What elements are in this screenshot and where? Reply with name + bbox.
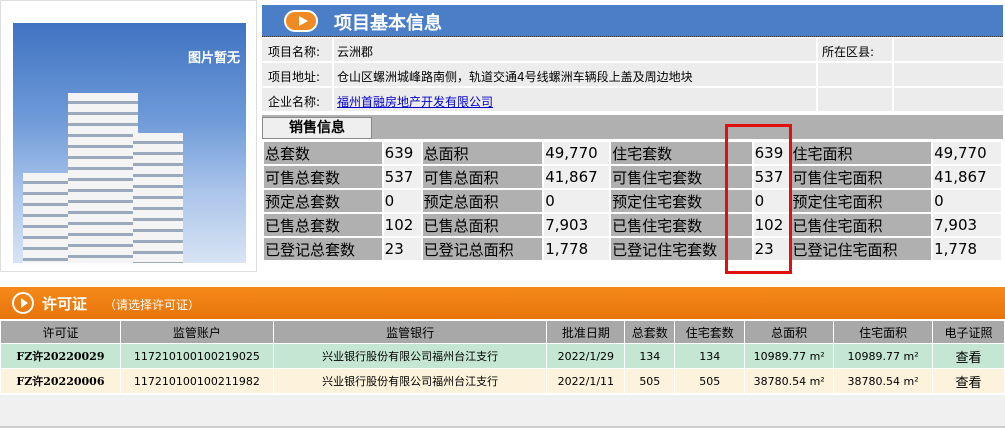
permit-title: 许可证 — [42, 295, 88, 313]
sales-label: 可售总面积 — [420, 164, 545, 190]
sales-value: 1,778 — [542, 236, 612, 262]
column-header: 许可证 — [0, 320, 121, 344]
permit-cell[interactable]: FZ许20220029 — [0, 343, 121, 369]
sales-label: 总套数 — [262, 140, 384, 166]
project-image-frame: 图片暂无 — [0, 0, 257, 272]
sales-value: 49,770 — [931, 140, 1003, 166]
tab-sales-info[interactable]: 销售信息 — [262, 117, 372, 139]
address-label: 项目地址: — [268, 70, 321, 84]
district-label: 所在区县: — [822, 45, 875, 59]
sales-table: 总套数 639 总面积 49,770 住宅套数 639 住宅面积 49,770 可售总套数 537… — [262, 140, 1003, 262]
permit-cell[interactable]: FZ许20220006 — [0, 368, 121, 394]
sales-row: 已登记总套数 23 已登记总面积 1,778 已登记住宅套数 23 已登记住宅面积 1,778 — [262, 236, 1003, 262]
sales-label: 已登记总面积 — [420, 236, 545, 262]
sales-value: 41,867 — [542, 164, 612, 190]
sales-label: 已登记总套数 — [262, 236, 384, 262]
sales-value: 0 — [381, 188, 423, 214]
permit-cell: 38780.54 m² — [744, 368, 835, 394]
sales-tab-bar — [262, 115, 1003, 139]
permit-cell: 2022/1/11 — [546, 368, 626, 394]
sales-label: 已登记住宅面积 — [789, 236, 934, 262]
column-header: 总套数 — [624, 320, 676, 344]
info-row-company: 企业名称: 福州首融房地产开发有限公司 — [262, 88, 1003, 113]
no-picture-label: 图片暂无 — [187, 51, 240, 66]
column-header: 批准日期 — [546, 320, 626, 344]
name-label: 项目名称: — [268, 45, 321, 59]
sales-label: 预定住宅面积 — [789, 188, 934, 214]
column-header: 住宅套数 — [674, 320, 746, 344]
permit-cell: 117210100100211982 — [119, 368, 274, 394]
permit-cell: 117210100100219025 — [119, 343, 274, 369]
column-header: 总面积 — [744, 320, 835, 344]
sales-label: 预定总套数 — [262, 188, 384, 214]
play-circle-icon — [12, 292, 34, 314]
info-row-address: 项目地址: 仓山区螺洲城峰路南侧，轨道交通4号线螺洲车辆段上盖及周边地块 — [262, 63, 1003, 88]
permit-cell: 38780.54 m² — [833, 368, 934, 394]
permit-table: 许可证 监管账户 监管银行 批准日期 总套数 住宅套数 总面积 住宅面积 电子证照 FZ许2022… — [0, 320, 1005, 394]
permit-cell: 134 — [674, 343, 746, 369]
sales-row: 总套数 639 总面积 49,770 住宅套数 639 住宅面积 49,770 — [262, 140, 1003, 166]
permit-row[interactable]: FZ许20220006 117210100100211982 兴业银行股份有限公司福… — [0, 368, 1005, 394]
sales-value: 41,867 — [931, 164, 1003, 190]
sales-value: 49,770 — [542, 140, 612, 166]
sales-label: 住宅面积 — [789, 140, 934, 166]
project-photo-placeholder: 图片暂无 — [13, 23, 246, 263]
empty-area — [0, 395, 1005, 428]
sales-label: 预定总面积 — [420, 188, 545, 214]
sales-label: 总面积 — [420, 140, 545, 166]
column-header: 监管银行 — [272, 320, 548, 344]
highlight-box — [725, 124, 792, 274]
header-title: 项目基本信息 — [334, 13, 442, 34]
company-link[interactable]: 福州首融房地产开发有限公司 — [337, 95, 493, 109]
sales-label: 已售总面积 — [420, 212, 545, 238]
column-header: 电子证照 — [932, 320, 1005, 344]
sales-label: 已售住宅面积 — [789, 212, 934, 238]
info-row-name: 项目名称: 云洲郡 所在区县: — [262, 38, 1003, 63]
sales-row: 可售总套数 537 可售总面积 41,867 可售住宅套数 537 可售住宅面积 41,867 — [262, 164, 1003, 190]
permit-row[interactable]: FZ许20220029 117210100100219025 兴业银行股份有限公司福… — [0, 343, 1005, 369]
permit-subtitle: （请选择许可证） — [104, 298, 201, 312]
sales-value: 639 — [381, 140, 423, 166]
sales-value: 0 — [931, 188, 1003, 214]
sales-value: 102 — [381, 212, 423, 238]
column-header: 监管账户 — [119, 320, 274, 344]
permit-cell: 505 — [624, 368, 676, 394]
permit-cell: 134 — [624, 343, 676, 369]
column-header: 住宅面积 — [833, 320, 934, 344]
company-label: 企业名称: — [268, 95, 321, 109]
project-info-header: 项目基本信息 — [262, 5, 1003, 37]
sales-value: 7,903 — [931, 212, 1003, 238]
project-address: 仓山区螺洲城峰路南侧，轨道交通4号线螺洲车辆段上盖及周边地块 — [337, 70, 693, 84]
permit-header: 许可证 （请选择许可证） — [0, 287, 1005, 319]
permit-cell: 2022/1/29 — [546, 343, 626, 369]
view-certificate-button[interactable]: 查看 — [932, 368, 1005, 394]
sales-value: 7,903 — [542, 212, 612, 238]
sales-value: 23 — [381, 236, 423, 262]
permit-cell: 10989.77 m² — [833, 343, 934, 369]
sales-value: 537 — [381, 164, 423, 190]
permit-cell: 兴业银行股份有限公司福州台江支行 — [272, 368, 548, 394]
sales-label: 可售总套数 — [262, 164, 384, 190]
permit-cell: 10989.77 m² — [744, 343, 835, 369]
sales-label: 已售总套数 — [262, 212, 384, 238]
sales-value: 1,778 — [931, 236, 1003, 262]
permit-cell: 兴业银行股份有限公司福州台江支行 — [272, 343, 548, 369]
permit-cell: 505 — [674, 368, 746, 394]
view-certificate-button[interactable]: 查看 — [932, 343, 1005, 369]
sales-row: 已售总套数 102 已售总面积 7,903 已售住宅套数 102 已售住宅面积 7,903 — [262, 212, 1003, 238]
sales-row: 预定总套数 0 预定总面积 0 预定住宅套数 0 预定住宅面积 0 — [262, 188, 1003, 214]
play-circle-icon — [284, 10, 318, 32]
project-name: 云洲郡 — [337, 45, 374, 59]
sales-label: 可售住宅面积 — [789, 164, 934, 190]
sales-value: 0 — [542, 188, 612, 214]
